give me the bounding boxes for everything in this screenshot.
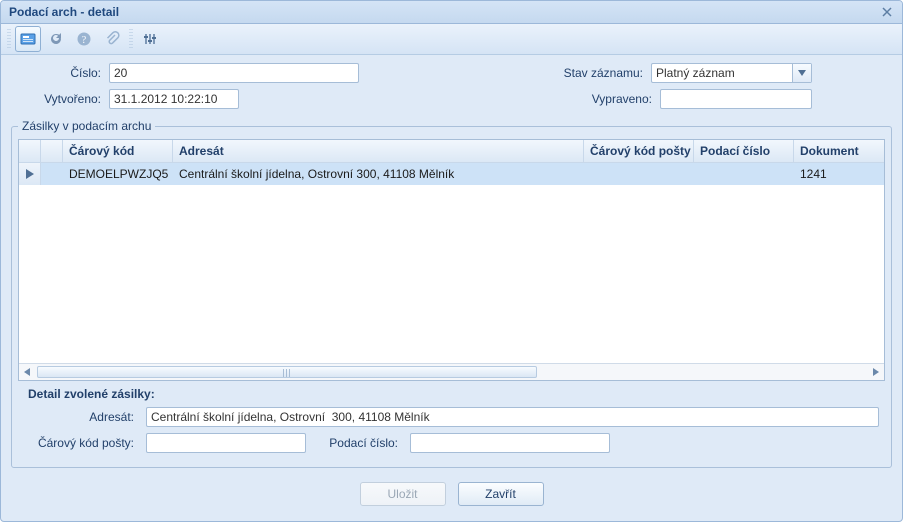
grid-row[interactable]: DEMOELPWZJQ5 Centrální školní jídelna, O… — [19, 163, 884, 185]
detail-adresat-label: Adresát: — [24, 410, 134, 424]
cislo-input[interactable] — [109, 63, 359, 83]
chevron-down-icon[interactable] — [792, 64, 811, 82]
grid-body[interactable]: DEMOELPWZJQ5 Centrální školní jídelna, O… — [19, 163, 884, 363]
refresh-icon[interactable] — [43, 26, 69, 52]
vytvoreno-input — [109, 89, 239, 109]
detail-podaci-cislo-label: Podací číslo: — [318, 436, 398, 450]
help-icon[interactable]: ? — [71, 26, 97, 52]
shipments-grid: Čárový kód Adresát Čárový kód pošty Poda… — [18, 139, 885, 381]
vypraveno-input — [660, 89, 812, 109]
detail-adresat-input — [146, 407, 879, 427]
grid-header-adresat[interactable]: Adresát — [173, 140, 584, 162]
form-area: Číslo: Stav záznamu: Vytvořeno: — [1, 55, 902, 117]
grid-header-barcode-post[interactable]: Čárový kód pošty — [584, 140, 694, 162]
row-indicator-icon — [19, 163, 41, 185]
cell-barcode: DEMOELPWZJQ5 — [63, 163, 173, 185]
button-bar: Uložit Zavřít — [1, 474, 902, 516]
toolbar: ? — [1, 24, 902, 55]
grid-header-barcode[interactable]: Čárový kód — [63, 140, 173, 162]
shipments-group: Zásilky v podacím archu Čárový kód Adres… — [11, 119, 892, 468]
grid-header-flag — [41, 140, 63, 162]
scroll-track[interactable] — [35, 364, 868, 380]
svg-text:?: ? — [82, 35, 87, 46]
settings-icon[interactable] — [137, 26, 163, 52]
scroll-thumb[interactable] — [37, 366, 537, 378]
window-title: Podací arch - detail — [9, 5, 119, 19]
grid-header-indicator — [19, 140, 41, 162]
grid-header: Čárový kód Adresát Čárový kód pošty Poda… — [19, 140, 884, 163]
close-icon[interactable] — [880, 5, 894, 19]
detail-barcode-post-input[interactable] — [146, 433, 306, 453]
grid-header-podaci-cislo[interactable]: Podací číslo — [694, 140, 794, 162]
scroll-right-icon[interactable] — [868, 364, 884, 380]
vypraveno-label: Vypraveno: — [562, 92, 652, 106]
detail-area: Detail zvolené zásilky: Adresát: Čárový … — [18, 381, 885, 453]
cell-dokument: 1241 — [794, 163, 884, 185]
detail-heading: Detail zvolené zásilky: — [24, 387, 879, 401]
horizontal-scrollbar[interactable] — [19, 363, 884, 380]
cislo-label: Číslo: — [15, 66, 101, 80]
attach-icon[interactable] — [99, 26, 125, 52]
cell-adresat: Centrální školní jídelna, Ostrovní 300, … — [173, 163, 584, 185]
cell-podaci-cislo — [694, 163, 794, 185]
close-button[interactable]: Zavřít — [458, 482, 544, 506]
dialog-window: Podací arch - detail ? Číslo: — [0, 0, 903, 522]
grid-header-dokument[interactable]: Dokument — [794, 140, 884, 162]
stav-value[interactable] — [652, 64, 792, 82]
save-button: Uložit — [360, 482, 446, 506]
detail-podaci-cislo-input[interactable] — [410, 433, 610, 453]
detail-barcode-post-label: Čárový kód pošty: — [24, 436, 134, 450]
vytvoreno-label: Vytvořeno: — [15, 92, 101, 106]
stav-label: Stav záznamu: — [553, 66, 643, 80]
shipments-legend: Zásilky v podacím archu — [18, 119, 155, 133]
toolbar-separator — [129, 29, 133, 49]
toolbar-detail-button[interactable] — [15, 26, 41, 52]
stav-combo[interactable] — [651, 63, 812, 83]
scroll-left-icon[interactable] — [19, 364, 35, 380]
titlebar: Podací arch - detail — [1, 1, 902, 24]
row-flag — [41, 163, 63, 185]
toolbar-separator — [7, 29, 11, 49]
cell-barcode-post — [584, 163, 694, 185]
